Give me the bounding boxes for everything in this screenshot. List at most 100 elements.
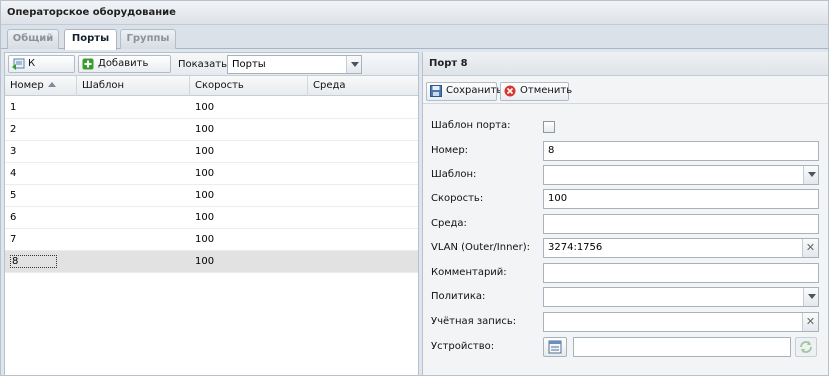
ports-grid-panel: К списку Добавить порт Показать: Порты Н… xyxy=(4,52,419,375)
number-label: Номер: xyxy=(431,145,469,156)
cell-medium xyxy=(308,229,418,250)
medium-field[interactable] xyxy=(543,214,819,234)
column-header-template[interactable]: Шаблон xyxy=(77,76,190,96)
comment-label: Комментарий: xyxy=(431,267,507,278)
back-list-icon xyxy=(12,58,25,70)
vlan-label: VLAN (Outer/Inner): xyxy=(431,242,530,253)
save-label: Сохранить xyxy=(446,85,503,96)
operator-equipment-window: Операторское оборудование Общий Порты Гр… xyxy=(0,0,829,376)
template-select[interactable] xyxy=(543,165,819,185)
cell-template xyxy=(77,207,190,228)
column-header-speed[interactable]: Скорость xyxy=(190,76,308,96)
cell-speed: 100 xyxy=(195,102,215,113)
cell-template xyxy=(77,229,190,250)
column-header-medium[interactable]: Среда xyxy=(308,76,418,96)
save-icon xyxy=(430,85,442,97)
table-row[interactable]: 2 100 xyxy=(5,119,418,141)
cell-medium xyxy=(308,141,418,162)
table-row[interactable]: 1 100 xyxy=(5,97,418,119)
device-picker-button[interactable] xyxy=(543,337,567,357)
chevron-down-icon[interactable] xyxy=(346,56,361,73)
cell-template xyxy=(77,119,190,140)
cell-number: 5 xyxy=(10,190,17,201)
cell-speed: 100 xyxy=(195,168,215,179)
add-port-button[interactable]: Добавить порт xyxy=(78,55,171,85)
cell-template xyxy=(77,185,190,206)
grid-header: Номер Шаблон Скорость Среда xyxy=(5,76,418,96)
cell-number: 4 xyxy=(10,168,17,179)
cell-template xyxy=(77,163,190,184)
add-icon xyxy=(82,58,94,70)
number-value: 8 xyxy=(548,145,555,156)
grid-toolbar: К списку Добавить порт Показать: Порты xyxy=(5,53,418,85)
tab-ports[interactable]: Порты xyxy=(64,29,117,50)
show-label: Показать: xyxy=(178,59,231,70)
speed-value: 100 xyxy=(548,193,568,204)
medium-label: Среда: xyxy=(431,218,467,229)
cell-medium xyxy=(308,207,418,228)
chevron-down-icon[interactable] xyxy=(803,288,818,306)
table-row[interactable]: 3 100 xyxy=(5,141,418,163)
comment-field[interactable] xyxy=(543,263,819,283)
cell-medium xyxy=(308,185,418,206)
cell-speed: 100 xyxy=(195,256,215,267)
cell-number: 7 xyxy=(10,234,17,245)
speed-field[interactable]: 100 xyxy=(543,189,819,209)
cell-number: 6 xyxy=(10,212,17,223)
account-label: Учётная запись: xyxy=(431,316,517,327)
cell-speed: 100 xyxy=(195,146,215,157)
cell-template xyxy=(77,251,190,272)
vlan-field[interactable]: 3274:1756 ✕ xyxy=(543,238,819,258)
table-row[interactable]: 5 100 xyxy=(5,185,418,207)
policy-select[interactable] xyxy=(543,287,819,307)
table-row[interactable]: 7 100 xyxy=(5,229,418,251)
cancel-label: Отменить xyxy=(520,85,573,96)
cell-speed: 100 xyxy=(195,124,215,135)
refresh-button[interactable] xyxy=(795,337,817,357)
save-button[interactable]: Сохранить xyxy=(426,82,502,101)
refresh-icon xyxy=(800,341,812,353)
policy-label: Политика: xyxy=(431,291,486,302)
port-template-checkbox[interactable] xyxy=(543,121,555,133)
window-title: Операторское оборудование xyxy=(1,1,828,25)
port-detail-panel: Порт 8 Сохранить Отменить Шаблон порта: xyxy=(422,52,828,375)
speed-label: Скорость: xyxy=(431,193,484,204)
number-field[interactable]: 8 xyxy=(543,141,819,161)
cancel-button[interactable]: Отменить xyxy=(500,82,573,101)
chevron-down-icon[interactable] xyxy=(803,166,818,184)
cell-template xyxy=(77,141,190,162)
column-header-number[interactable]: Номер xyxy=(5,76,77,96)
cell-medium xyxy=(308,119,418,140)
device-list-icon xyxy=(548,340,562,354)
back-to-list-button[interactable]: К списку xyxy=(8,55,75,85)
cell-number: 2 xyxy=(10,124,17,135)
show-select[interactable]: Порты xyxy=(227,55,362,74)
cell-number: 3 xyxy=(10,146,17,157)
vlan-value: 3274:1756 xyxy=(548,242,603,253)
cell-medium xyxy=(308,163,418,184)
cell-speed: 100 xyxy=(195,234,215,245)
cancel-icon xyxy=(504,85,516,97)
template-label: Шаблон: xyxy=(431,169,477,180)
detail-title: Порт 8 xyxy=(423,52,828,76)
tab-general[interactable]: Общий xyxy=(7,29,59,49)
cell-number: 8 xyxy=(5,251,77,272)
clear-icon[interactable]: ✕ xyxy=(802,239,818,257)
cell-speed: 100 xyxy=(195,190,215,201)
cell-medium xyxy=(308,97,418,118)
device-field[interactable] xyxy=(573,337,791,357)
show-select-value: Порты xyxy=(232,59,266,70)
device-label: Устройство: xyxy=(431,341,495,352)
table-row[interactable]: 6 100 xyxy=(5,207,418,229)
account-field[interactable]: ✕ xyxy=(543,312,819,332)
table-row[interactable]: 8 100 xyxy=(5,251,418,273)
cell-template xyxy=(77,97,190,118)
detail-toolbar: Сохранить Отменить xyxy=(423,77,828,104)
clear-icon[interactable]: ✕ xyxy=(802,313,818,331)
tab-bar: Общий Порты Группы xyxy=(1,25,828,50)
table-row[interactable]: 4 100 xyxy=(5,163,418,185)
cell-speed: 100 xyxy=(195,212,215,223)
tab-groups[interactable]: Группы xyxy=(120,29,176,49)
sort-asc-icon xyxy=(47,82,56,87)
cell-medium xyxy=(308,251,418,272)
